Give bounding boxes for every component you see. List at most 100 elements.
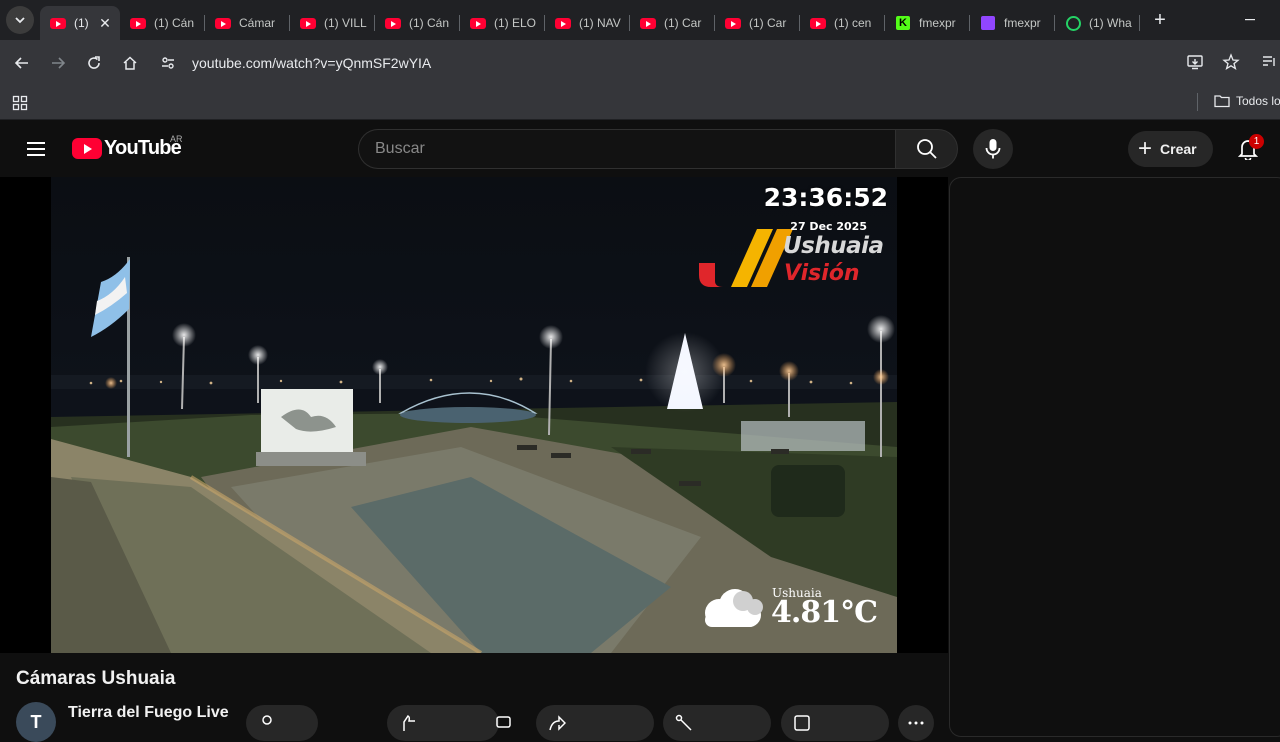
apps-grid-icon[interactable] — [12, 95, 28, 111]
reading-list-icon[interactable] — [1260, 53, 1280, 73]
browser-tab[interactable]: (1) Car — [715, 6, 800, 40]
channel-avatar[interactable]: T — [16, 702, 56, 742]
video-owner-row: T Tierra del Fuego Live — [16, 700, 936, 742]
tab-title: (1) — [74, 16, 89, 30]
address-bar-actions — [1182, 49, 1244, 75]
new-tab-button[interactable]: + — [1146, 6, 1174, 34]
save-icon — [794, 715, 810, 731]
youtube-icon — [640, 17, 656, 29]
video-player[interactable]: 23:36:52 27 Dec 2025 Ushuaia Visión Ushu… — [51, 177, 897, 653]
chevron-down-icon — [15, 17, 25, 24]
overlay-date: 27 Dec 2025 — [790, 220, 867, 233]
browser-tab[interactable]: (1) NAV — [545, 6, 630, 40]
bookmarks-separator — [1197, 93, 1198, 111]
search-input[interactable] — [375, 140, 895, 158]
youtube-play-icon — [72, 138, 102, 159]
save-button[interactable] — [781, 705, 889, 741]
channel-name[interactable]: Tierra del Fuego Live — [68, 704, 229, 722]
browser-tab[interactable]: (1) Cán — [375, 6, 460, 40]
person-icon — [262, 715, 272, 725]
back-button[interactable] — [8, 49, 36, 77]
reload-icon — [88, 56, 100, 69]
youtube-icon — [130, 17, 146, 29]
minimize-window-button[interactable] — [1240, 10, 1260, 30]
tab-search-button[interactable] — [6, 6, 34, 34]
tab-separator — [1139, 15, 1140, 31]
youtube-icon — [300, 17, 316, 29]
youtube-masthead: YouTube AR + Crear 1 — [0, 121, 1280, 177]
share-icon — [549, 715, 566, 731]
overlay-brand-line1: Ushuaia — [783, 233, 884, 259]
clip-button[interactable] — [663, 705, 771, 741]
home-icon — [123, 56, 137, 70]
browser-tab[interactable]: (1) VILL — [290, 6, 375, 40]
browser-tab[interactable]: (1) cen — [800, 6, 885, 40]
browser-tab[interactable]: (1) Car — [630, 6, 715, 40]
video-frame — [51, 177, 897, 653]
membership-button[interactable] — [246, 705, 318, 741]
browser-tab[interactable]: fmexpr — [970, 6, 1055, 40]
browser-tab[interactable]: (1) Wha — [1055, 6, 1140, 40]
browser-tab[interactable]: (1) ✕ — [40, 6, 120, 40]
youtube-icon — [470, 17, 486, 29]
create-button[interactable]: + Crear — [1128, 131, 1213, 167]
tab-list: (1) ✕ (1) Cán Cámar (1) VILL (1) Cán (1) ELO (1… — [40, 0, 1140, 40]
youtube-icon — [810, 17, 826, 29]
whatsapp-icon — [1065, 15, 1081, 31]
overlay-temperature: 4.81°C — [771, 595, 878, 630]
address-bar[interactable]: youtube.com/watch?v=yQnmSF2wYIA — [154, 46, 1244, 80]
url-text: youtube.com/watch?v=yQnmSF2wYIA — [192, 55, 432, 71]
kick-icon: K — [895, 16, 911, 30]
country-code: AR — [170, 134, 183, 144]
browser-tab[interactable]: (1) ELO — [460, 6, 545, 40]
youtube-icon — [555, 17, 571, 29]
tab-title: fmexpr — [1004, 16, 1041, 30]
voice-search-button[interactable] — [973, 129, 1013, 169]
tab-title: (1) Car — [749, 16, 787, 30]
tab-title: (1) Cán — [409, 16, 450, 30]
overlay-clock: 23:36:52 — [763, 183, 888, 212]
all-bookmarks-button[interactable]: Todos lo — [1214, 94, 1280, 108]
browser-tabstrip: (1) ✕ (1) Cán Cámar (1) VILL (1) Cán (1) ELO (1… — [0, 0, 1280, 40]
thumbs-up-icon — [403, 715, 415, 731]
tab-title: (1) NAV — [579, 16, 621, 30]
bookmarks-bar: Todos lo — [0, 86, 1280, 120]
share-button[interactable] — [536, 705, 654, 741]
browser-tab[interactable]: Cámar — [205, 6, 290, 40]
browser-tab[interactable]: Kfmexpr — [885, 6, 970, 40]
bookmark-star-icon[interactable] — [1218, 49, 1244, 75]
forward-button[interactable] — [44, 49, 72, 77]
search-box — [358, 129, 895, 169]
tab-title: (1) cen — [834, 16, 872, 30]
close-tab-icon[interactable]: ✕ — [96, 14, 114, 32]
search-form — [358, 129, 958, 169]
secondary-panel — [949, 177, 1280, 737]
search-button[interactable] — [895, 129, 958, 169]
site-info-icon[interactable] — [154, 49, 182, 77]
notifications-button[interactable]: 1 — [1230, 131, 1266, 167]
microphone-icon — [985, 139, 1001, 159]
scissors-icon — [675, 714, 692, 731]
install-app-icon[interactable] — [1182, 49, 1208, 75]
search-icon — [916, 139, 937, 159]
minimize-icon — [1245, 19, 1255, 21]
tab-title: Cámar — [239, 16, 276, 30]
dislike-button[interactable] — [482, 705, 522, 741]
youtube-icon — [50, 17, 66, 29]
browser-toolbar: youtube.com/watch?v=yQnmSF2wYIA — [0, 40, 1280, 86]
tab-title: (1) VILL — [324, 16, 367, 30]
youtube-logo[interactable]: YouTube AR — [72, 134, 183, 160]
tab-title: (1) ELO — [494, 16, 537, 30]
youtube-icon — [385, 17, 401, 29]
more-horizontal-icon — [908, 721, 924, 725]
notification-badge: 1 — [1249, 134, 1264, 149]
guide-menu-button[interactable] — [18, 131, 54, 167]
arrow-right-icon — [52, 57, 66, 69]
create-label: Crear — [1160, 141, 1197, 157]
thumbs-down-icon — [496, 716, 511, 728]
home-button[interactable] — [116, 49, 144, 77]
youtube-icon — [725, 17, 741, 29]
more-actions-button[interactable] — [898, 705, 934, 741]
browser-tab[interactable]: (1) Cán — [120, 6, 205, 40]
reload-button[interactable] — [80, 49, 108, 77]
